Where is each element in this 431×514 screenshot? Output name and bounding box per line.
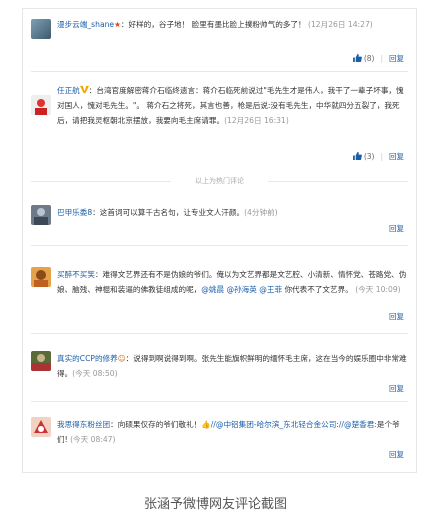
- comment-panel: 漫步云端_shane★：好样的，谷子地！ 脸里有墨比脸上撲粉帅气的多了！ (12…: [22, 8, 417, 473]
- comment-actions: (8) | 回复: [352, 53, 404, 64]
- reply-user[interactable]: 买醉不买笑: [57, 270, 95, 279]
- reply-item: 买醉不买笑：难得文艺界还有不是伪娘的爷们。俺以为文艺界都是文艺腔、小清新、情怀党…: [31, 259, 408, 319]
- comment-user[interactable]: 巴甲乐委8: [57, 208, 92, 217]
- comment-item: 巴甲乐委8：这首词可以算千古名句，让专业文人汗颜。(4分钟前): [31, 203, 408, 231]
- reply-time: (今天 08:47): [70, 435, 116, 444]
- reply-actions: 回复: [389, 383, 404, 394]
- comment-time: (4分钟前): [244, 208, 278, 217]
- reply-button[interactable]: 回复: [389, 312, 404, 321]
- reply-button[interactable]: 回复: [389, 152, 404, 161]
- divider-line: [31, 71, 408, 72]
- divider-line: [31, 333, 408, 334]
- comment-body: ：好样的，谷子地！ 脸里有墨比脸上撲粉帅气的多了！: [120, 20, 306, 29]
- comment-text-block: 巴甲乐委8：这首词可以算千古名句，让专业文人汗颜。(4分钟前): [57, 205, 408, 220]
- comment-item: 任正航 ：台湾官度解密蒋介石临终遗言：蒋介石临死前说过"毛先生才是伟人，我干了一辈…: [31, 83, 408, 161]
- reply-item: 我思得东粉丝团：向硕果仅存的爷们敬礼！👍//@中铝集团-哈尔滨_东北轻合金公司:…: [31, 413, 408, 453]
- comment-user[interactable]: 漫步云端_shane: [57, 20, 114, 29]
- like-button[interactable]: (8): [352, 54, 375, 63]
- avatar[interactable]: [31, 95, 51, 115]
- reply-mentions[interactable]: //@中铝集团-哈尔滨_东北轻合金公司://@楚香君:: [211, 420, 377, 429]
- reply-user[interactable]: 我思得东粉丝团: [57, 420, 110, 429]
- reply-time: (今天 10:09): [355, 285, 401, 294]
- like-button[interactable]: (3): [352, 152, 375, 161]
- reply-text-block: 买醉不买笑：难得文艺界还有不是伪娘的爷们。俺以为文艺界都是文艺腔、小清新、情怀党…: [57, 267, 408, 297]
- reply-actions: 回复: [389, 449, 404, 460]
- comment-text-block: 任正航 ：台湾官度解密蒋介石临终遗言：蒋介石临死前说过"毛先生才是伟人，我干了一辈…: [57, 83, 408, 128]
- star-icon: ★: [114, 20, 121, 29]
- reply-text-block: 我思得东粉丝团：向硕果仅存的爷们敬礼！👍//@中铝集团-哈尔滨_东北轻合金公司:…: [57, 417, 408, 447]
- reply-actions: 回复: [389, 311, 404, 322]
- avatar[interactable]: [31, 351, 51, 371]
- comment-user[interactable]: 任正航: [57, 86, 80, 95]
- divider-line: [31, 245, 408, 246]
- thumb-up-icon: [352, 54, 362, 62]
- reply-button[interactable]: 回复: [389, 54, 404, 63]
- like-count: (8): [363, 54, 375, 63]
- comment-body: ：这首词可以算千古名句，让专业文人汗颜。: [92, 208, 245, 217]
- comment-actions: (3) | 回复: [352, 151, 404, 162]
- comment-item: 漫步云端_shane★：好样的，谷子地！ 脸里有墨比脸上撲粉帅气的多了！ (12…: [31, 19, 408, 63]
- reply-button[interactable]: 回复: [389, 224, 404, 233]
- comment-actions: 回复: [389, 223, 404, 234]
- reply-item: 真实的CCP的修养☺：说得到啊说得到啊。张先生能旗帜鲜明的缅怀毛主席，这在当今的…: [31, 347, 408, 383]
- thumbs-up-emoji-icon: 👍: [201, 420, 211, 429]
- avatar[interactable]: [31, 205, 51, 225]
- avatar[interactable]: [31, 267, 51, 287]
- reply-tail: 你代表不了文艺界。: [284, 285, 353, 294]
- avatar[interactable]: [31, 19, 51, 39]
- reply-mentions[interactable]: @姚晨 @孙海英 @王菲: [201, 285, 282, 294]
- reply-time: (今天 08:50): [72, 369, 118, 378]
- emoji-icon: ☺: [117, 354, 126, 363]
- vip-badge-icon: [79, 85, 89, 94]
- reply-button[interactable]: 回复: [389, 450, 404, 459]
- avatar[interactable]: [31, 417, 51, 437]
- reply-text-block: 真实的CCP的修养☺：说得到啊说得到啊。张先生能旗帜鲜明的缅怀毛主席，这在当今的…: [57, 351, 408, 381]
- reply-body: ：向硕果仅存的爷们敬礼！: [110, 420, 202, 429]
- comment-time: (12月26日 16:31): [224, 116, 289, 125]
- image-caption: 张涵予微博网友评论截图: [143, 497, 287, 512]
- page: 漫步云端_shane★：好样的，谷子地！ 脸里有墨比脸上撲粉帅气的多了！ (12…: [0, 0, 431, 514]
- comment-text-block: 漫步云端_shane★：好样的，谷子地！ 脸里有墨比脸上撲粉帅气的多了！ (12…: [57, 17, 408, 32]
- divider-line: [268, 181, 408, 182]
- comment-time: (12月26日 14:27): [308, 20, 373, 29]
- thumb-up-icon: [352, 152, 362, 160]
- divider-line: [31, 401, 408, 402]
- reply-button[interactable]: 回复: [389, 384, 404, 393]
- reply-user[interactable]: 真实的CCP的修养: [57, 354, 118, 363]
- like-count: (3): [363, 152, 375, 161]
